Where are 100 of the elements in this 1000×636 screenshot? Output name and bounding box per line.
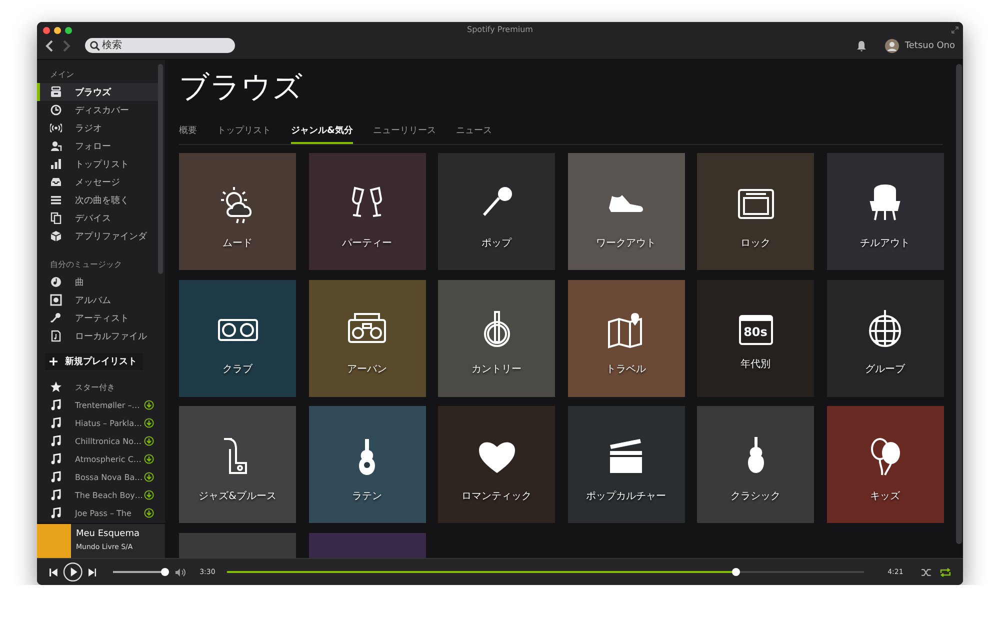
section-heading: 自分のミュージック [49,259,123,271]
music-note-icon [50,489,62,501]
previous-icon[interactable] [49,568,58,576]
playlist-item[interactable]: Bossa Nova Ba… [37,468,158,486]
genre-tile[interactable]: ラテン [308,406,426,523]
genre-tile[interactable]: ワークアウト [568,153,684,270]
music-note-icon [50,417,62,429]
tab[interactable]: 概要 [179,122,197,144]
avatar-icon[interactable] [884,39,899,53]
person-icon [50,140,62,152]
genre-label: グルーブ [865,362,905,376]
page-title: ブラウズ [179,69,304,107]
playlist-item[interactable]: Trentemøller –… [37,396,158,414]
genre-tile[interactable]: グルーブ [826,280,944,396]
genre-label: チルアウト [860,236,910,250]
tab[interactable]: ニュース [456,122,492,144]
genre-tile[interactable]: ポップカルチャー [568,406,684,523]
repeat-icon[interactable] [940,568,951,576]
genre-tile[interactable]: 80s 年代別 [697,280,814,396]
genre-label: ポップカルチャー [586,490,666,502]
sidebar-item[interactable]: 曲 [37,273,158,291]
genre-tile[interactable]: ムード [179,153,296,270]
sidebar-item[interactable]: アーティスト [37,309,158,327]
genre-label: ムード [222,236,252,250]
play-button[interactable] [62,562,83,582]
genre-label: ワークアウト [596,236,656,250]
music-note-icon [50,399,62,411]
genre-label: アーバン [347,363,387,376]
sidebar-item[interactable]: アルバム [37,291,158,309]
genre-label: 年代別 [740,358,770,371]
fullscreen-icon[interactable] [951,26,959,34]
star-icon [50,381,62,393]
genre-tile[interactable]: ロック [697,153,814,270]
sidebar-item[interactable]: フォロー [37,137,158,155]
genre-tile[interactable]: チルアウト [826,153,944,270]
broadcast-icon [50,122,62,134]
close-button[interactable] [43,27,50,34]
sidebar-item[interactable]: ラジオ [37,119,158,137]
user-name[interactable]: Tetsuo Ono [904,41,955,51]
genre-tile[interactable]: ジャズ&ブルース [179,406,296,523]
section-heading: メイン [49,69,75,81]
sidebar-item[interactable]: ローカルファイル [37,327,158,345]
sidebar-item[interactable]: メッセージ [37,173,158,191]
calendar-icon: 80s [738,315,772,345]
genre-tile[interactable]: キッズ [826,406,944,523]
sidebar-item[interactable]: アプリファインダ [37,227,158,245]
speaker-icon[interactable] [174,568,186,576]
genre-label: カントリー [472,363,522,376]
genre-tile[interactable]: ポップ [438,153,555,270]
zoom-button[interactable] [65,27,72,34]
genre-label: ラテン [352,490,382,502]
window-title: Spotify Premium [466,25,534,34]
music-note-icon [50,471,62,483]
album-art-placeholder [37,524,71,558]
sidebar-item[interactable]: 次の曲を聴く [37,191,158,209]
sidebar-item[interactable]: ブラウズ [37,83,158,101]
bell-icon[interactable] [856,40,867,52]
file-icon [50,330,62,342]
genre-tile[interactable]: クラシック [697,406,814,523]
genre-label: トラベル [606,363,646,376]
genre-label: キッズ [870,490,900,502]
genre-tile[interactable]: パーティー [308,153,426,270]
tab[interactable]: ジャンル&気分 [291,122,353,144]
bars-icon [50,158,62,170]
sidebar-item[interactable]: デバイス [37,209,158,227]
playlist-item[interactable]: Joe Pass – The [37,504,158,522]
plus-icon [49,357,58,366]
genre-tile[interactable]: クラブ [179,280,296,396]
sidebar-item[interactable]: ディスカバー [37,101,158,119]
new-playlist-button[interactable]: 新規プレイリスト [45,353,143,370]
playlist-item[interactable]: The Beach Boy… [37,486,158,504]
playlist-item[interactable]: スター付き [37,378,158,396]
devices-icon [50,212,62,224]
playlist-item[interactable]: Hiatus – Parkla… [37,414,158,432]
genre-tile[interactable]: アーバン [308,280,426,396]
genre-tile[interactable]: トラベル [568,280,684,396]
genre-label: ジャズ&ブルース [198,490,276,502]
inbox-icon [50,176,62,188]
shuffle-icon[interactable] [921,568,932,576]
playlist-item[interactable]: Chilltronica No… [37,432,158,450]
scrollbar-thumb[interactable] [956,64,962,544]
genre-label: ポップ [482,236,512,250]
disc-icon [50,276,62,288]
sidebar-item[interactable]: トップリスト [37,155,158,173]
search-field[interactable]: 検索 [85,38,235,53]
genre-label: クラシック [730,490,780,502]
playlist-item[interactable]: Atmospheric C… [37,450,158,468]
genre-tile[interactable]: カントリー [438,280,555,396]
scrollbar-thumb[interactable] [158,64,163,274]
genre-label: ロック [740,236,770,250]
list-icon [50,194,62,206]
next-icon[interactable] [88,568,96,576]
music-note-icon [50,453,62,465]
genre-tile[interactable]: ロマンティック [438,406,555,523]
track-title[interactable]: Meu Esquema [76,529,140,539]
tab[interactable]: トップリスト [217,122,271,144]
tab[interactable]: ニューリリース [372,122,436,144]
cube-icon [50,230,62,242]
minimize-button[interactable] [54,27,61,34]
music-note-icon [50,435,62,447]
